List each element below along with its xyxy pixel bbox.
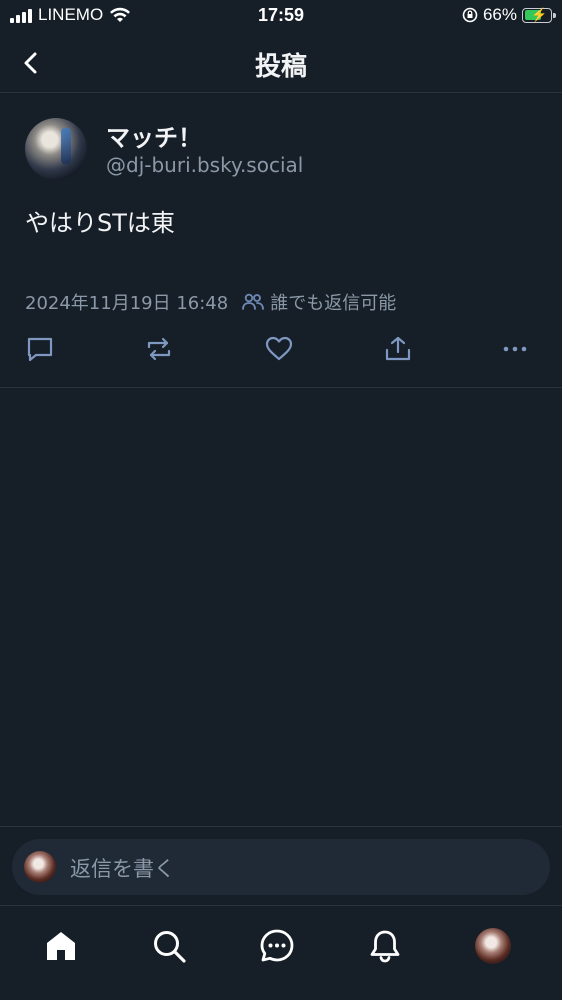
- tab-notifications[interactable]: [365, 926, 405, 966]
- charging-bolt-icon: ⚡: [531, 6, 548, 22]
- reply-input[interactable]: 返信を書く: [12, 839, 550, 895]
- more-button[interactable]: [497, 331, 533, 367]
- post-detail: マッチ！ @dj-buri.bsky.social やはりSTは東 2024年1…: [0, 93, 562, 388]
- like-icon: [265, 336, 293, 361]
- bottom-tab-bar: [0, 906, 562, 1000]
- reply-composer-bar: 返信を書く: [0, 826, 562, 906]
- post-text: やはりSTは東: [25, 209, 175, 237]
- notifications-icon: [370, 930, 400, 963]
- status-bar-right: 66% ⚡: [462, 5, 556, 25]
- repost-button[interactable]: [141, 331, 177, 367]
- reply-permission[interactable]: 誰でも返信可能: [242, 289, 396, 315]
- tab-profile[interactable]: [473, 926, 513, 966]
- share-icon: [385, 336, 411, 361]
- page-title: 投稿: [254, 52, 307, 82]
- post-meta: 2024年11月19日 16:48 誰でも返信可能: [25, 289, 396, 315]
- author-display-name[interactable]: マッチ！: [106, 118, 202, 153]
- tab-chat[interactable]: [257, 926, 297, 966]
- post-actions: [0, 331, 562, 367]
- home-icon: [47, 932, 75, 960]
- people-icon: [242, 293, 265, 310]
- profile-avatar: [475, 928, 511, 964]
- author-avatar[interactable]: [25, 118, 87, 180]
- reply-placeholder: 返信を書く: [70, 857, 175, 881]
- repost-icon: [147, 337, 171, 361]
- navigation-header: 投稿: [0, 32, 562, 93]
- like-button[interactable]: [261, 331, 297, 367]
- post-timestamp: 2024年11月19日 16:48: [25, 293, 229, 314]
- tab-home[interactable]: [41, 926, 81, 966]
- more-icon: [503, 346, 527, 352]
- battery-icon: ⚡: [522, 6, 556, 23]
- reply-permission-label: 誰でも返信可能: [270, 293, 397, 314]
- tab-search[interactable]: [149, 926, 189, 966]
- search-icon: [154, 931, 186, 963]
- share-button[interactable]: [380, 331, 416, 367]
- chat-icon: [260, 929, 294, 962]
- author-handle[interactable]: @dj-buri.bsky.social: [106, 153, 303, 177]
- my-avatar: [24, 851, 56, 883]
- reply-icon: [27, 337, 53, 362]
- battery-percent: 66%: [482, 5, 517, 24]
- reply-button[interactable]: [22, 331, 58, 367]
- orientation-lock-icon: [462, 7, 478, 23]
- status-bar: LINEMO 17:59 66% ⚡: [0, 0, 562, 32]
